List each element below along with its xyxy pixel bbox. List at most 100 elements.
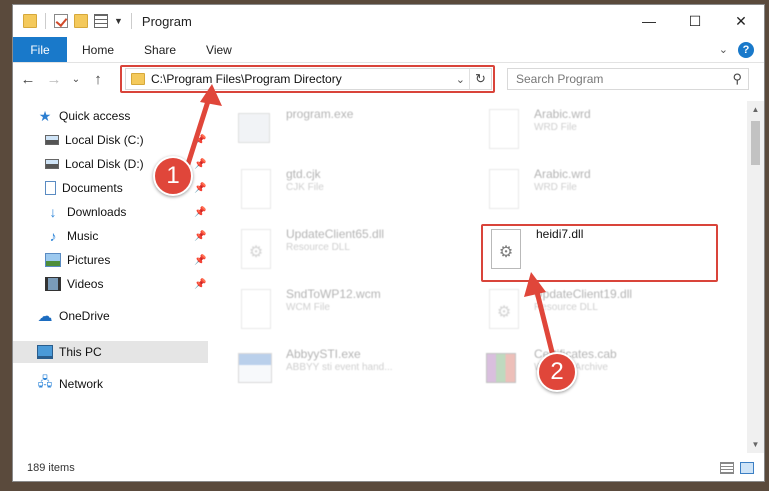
qat-dropdown-icon[interactable]: ▼ bbox=[114, 16, 123, 26]
file-item[interactable]: AbbyySTI.exe ABBYY sti event hand... bbox=[238, 347, 393, 395]
sidebar-item-pictures[interactable]: Pictures 📌 bbox=[13, 249, 208, 271]
callout-badge-2: 2 bbox=[537, 352, 577, 392]
file-type: ABBYY sti event hand... bbox=[286, 362, 393, 373]
status-bar: 189 items bbox=[13, 455, 764, 481]
cloud-icon: ☁ bbox=[37, 308, 53, 325]
pin-icon[interactable]: 📌 bbox=[194, 231, 206, 242]
address-bar[interactable]: C:\Program Files\Program Directory ⌄ ↻ bbox=[125, 68, 492, 90]
file-item[interactable]: Arabic.wrd WRD File bbox=[486, 107, 591, 155]
address-path[interactable]: C:\Program Files\Program Directory bbox=[151, 72, 342, 86]
sidebar-item-videos[interactable]: Videos 📌 bbox=[13, 273, 208, 295]
drive-icon bbox=[45, 135, 59, 145]
file-type: Resource DLL bbox=[286, 242, 350, 253]
refresh-button[interactable]: ↻ bbox=[469, 69, 491, 89]
pin-icon[interactable]: 📌 bbox=[194, 279, 206, 290]
pin-icon[interactable]: 📌 bbox=[194, 135, 206, 146]
file-type: WRD File bbox=[534, 122, 577, 133]
tab-file[interactable]: File bbox=[13, 37, 67, 62]
new-folder-icon[interactable] bbox=[74, 14, 88, 28]
drive-icon bbox=[45, 159, 59, 169]
close-button[interactable]: ✕ bbox=[718, 5, 764, 37]
quick-access-toolbar: ▼ bbox=[13, 13, 134, 29]
file-name: UpdateClient19.dll bbox=[534, 287, 633, 301]
sidebar-item-local-disk-c[interactable]: Local Disk (C:) 📌 bbox=[13, 129, 208, 151]
sidebar-item-onedrive[interactable]: ☁ OneDrive bbox=[13, 305, 208, 327]
file-item[interactable]: Arabic.wrd WRD File bbox=[486, 167, 591, 215]
archive-file-icon bbox=[486, 353, 516, 383]
callout-badge-1: 1 bbox=[153, 156, 193, 196]
sidebar-item-downloads[interactable]: ↓ Downloads 📌 bbox=[13, 201, 208, 223]
sidebar-item-music[interactable]: ♪ Music 📌 bbox=[13, 225, 208, 247]
file-item-heidi7-dll[interactable]: ⚙ heidi7.dll bbox=[488, 227, 583, 275]
search-box[interactable]: Search Program ⚲ bbox=[507, 68, 749, 90]
file-item[interactable]: gtd.cjk CJK File bbox=[238, 167, 324, 215]
sidebar-item-label: Documents bbox=[62, 181, 123, 195]
vertical-scrollbar[interactable]: ▲ ▼ bbox=[747, 101, 764, 453]
recent-locations-icon[interactable]: ⌄ bbox=[69, 68, 83, 90]
pin-icon[interactable]: 📌 bbox=[194, 207, 206, 218]
computer-icon bbox=[37, 345, 53, 359]
sidebar-item-label: Downloads bbox=[67, 205, 127, 219]
file-item[interactable]: SndToWP12.wcm WCM File bbox=[238, 287, 381, 335]
sidebar-item-network[interactable]: 🖧 Network bbox=[13, 373, 208, 395]
sidebar-item-label: Local Disk (D:) bbox=[65, 157, 144, 171]
minimize-button[interactable]: — bbox=[626, 5, 672, 37]
pin-icon[interactable]: 📌 bbox=[194, 183, 206, 194]
search-icon[interactable]: ⚲ bbox=[732, 71, 742, 87]
file-name: Arabic.wrd bbox=[534, 107, 591, 121]
window-controls: — ☐ ✕ bbox=[626, 5, 764, 37]
tab-share[interactable]: Share bbox=[129, 37, 191, 62]
sidebar-item-label: Pictures bbox=[67, 253, 111, 267]
maximize-button[interactable]: ☐ bbox=[672, 5, 718, 37]
sidebar-item-quick-access[interactable]: ★ Quick access bbox=[13, 105, 208, 127]
file-type: CJK File bbox=[286, 182, 324, 193]
file-type: WCM File bbox=[286, 302, 330, 313]
item-count: 189 items bbox=[27, 462, 75, 474]
ribbon-tabs: File Home Share View ⌄ ? bbox=[13, 37, 764, 63]
window-title: Program bbox=[141, 13, 192, 29]
sidebar-item-label: This PC bbox=[59, 345, 102, 359]
up-button[interactable]: ↑ bbox=[87, 68, 109, 90]
file-item[interactable]: ⚙ UpdateClient65.dll Resource DLL bbox=[238, 227, 384, 275]
music-icon: ♪ bbox=[49, 228, 57, 244]
expand-ribbon-icon[interactable]: ⌄ bbox=[719, 43, 728, 56]
file-item[interactable]: program.exe bbox=[238, 107, 353, 155]
view-switcher bbox=[720, 462, 754, 474]
ribbon-right: ⌄ ? bbox=[719, 37, 764, 62]
sidebar-item-this-pc[interactable]: This PC bbox=[13, 341, 208, 363]
pin-icon[interactable]: 📌 bbox=[194, 255, 206, 266]
help-icon[interactable]: ? bbox=[738, 41, 754, 58]
explorer-window: ▼ Program — ☐ ✕ File Home Share View ⌄ ?… bbox=[12, 4, 765, 482]
forward-button[interactable]: → bbox=[43, 68, 65, 90]
dll-file-icon: ⚙ bbox=[491, 229, 521, 269]
file-name: heidi7.dll bbox=[536, 227, 584, 241]
pin-icon[interactable]: 📌 bbox=[194, 159, 206, 170]
large-icons-view-icon[interactable] bbox=[740, 462, 754, 474]
exe-file-icon bbox=[238, 353, 272, 383]
file-type: Resource DLL bbox=[534, 302, 598, 313]
folder-icon bbox=[131, 73, 145, 85]
sidebar-item-label: Videos bbox=[67, 277, 104, 291]
document-file-icon bbox=[489, 109, 519, 149]
network-icon: 🖧 bbox=[37, 374, 53, 389]
scroll-down-icon[interactable]: ▼ bbox=[747, 436, 764, 453]
document-file-icon bbox=[241, 289, 271, 329]
videos-icon bbox=[45, 277, 61, 291]
sidebar-item-label: Music bbox=[67, 229, 99, 243]
details-view-icon[interactable] bbox=[720, 462, 734, 474]
document-file-icon bbox=[489, 169, 519, 209]
file-item[interactable]: ⚙ UpdateClient19.dll Resource DLL bbox=[486, 287, 632, 335]
document-file-icon bbox=[241, 169, 271, 209]
search-placeholder[interactable]: Search Program bbox=[516, 72, 603, 86]
tab-view[interactable]: View bbox=[191, 37, 247, 62]
file-name: program.exe bbox=[286, 107, 354, 121]
scrollbar-thumb[interactable] bbox=[751, 121, 760, 165]
back-button[interactable]: ← bbox=[17, 68, 39, 90]
customize-icon[interactable] bbox=[94, 14, 108, 28]
scroll-up-icon[interactable]: ▲ bbox=[747, 101, 764, 118]
address-dropdown-icon[interactable]: ⌄ bbox=[456, 73, 465, 86]
tab-home[interactable]: Home bbox=[67, 37, 129, 62]
exe-file-icon bbox=[238, 113, 270, 143]
properties-check-icon[interactable] bbox=[54, 14, 68, 28]
title-bar: ▼ Program — ☐ ✕ bbox=[13, 5, 764, 37]
